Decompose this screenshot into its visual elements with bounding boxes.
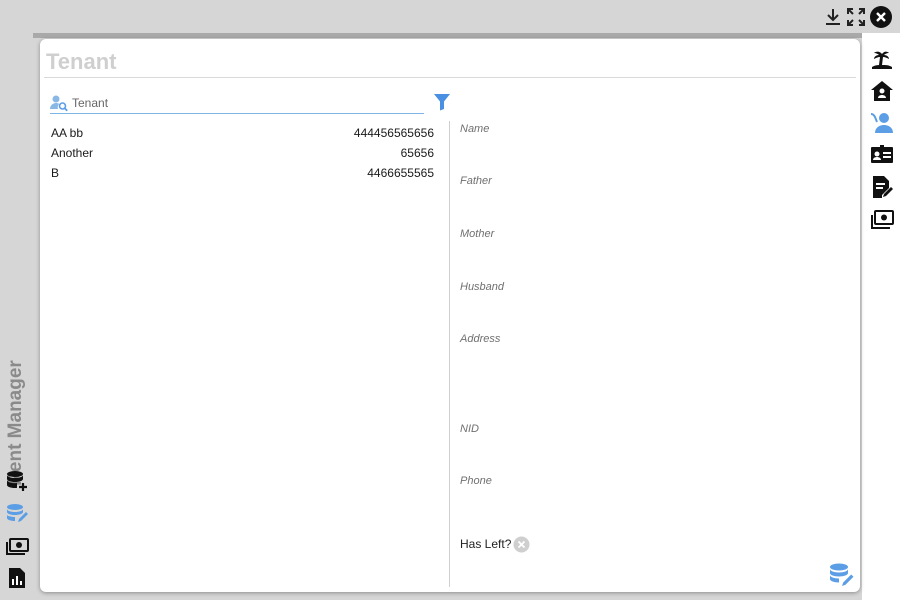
has-left-toggle[interactable] [513, 536, 530, 553]
tenant-name: Another [51, 146, 94, 160]
tenant-panel: Tenant AA bb 444456565656 Another 65656 … [40, 39, 860, 592]
payment-icon[interactable] [870, 207, 894, 231]
title-bar [0, 0, 900, 33]
right-sidebar [862, 33, 900, 600]
tenant-name: AA bb [51, 126, 84, 140]
has-left-label: Has Left? [460, 537, 512, 551]
phone-field[interactable] [460, 491, 844, 511]
id-card-icon[interactable] [870, 143, 894, 167]
close-icon[interactable] [870, 6, 892, 28]
tenant-row[interactable]: Another 65656 [51, 143, 434, 163]
address-field[interactable] [460, 349, 844, 413]
tenant-phone: 444456565656 [353, 126, 434, 140]
nid-label: NID [460, 423, 479, 435]
tenant-list: AA bb 444456565656 Another 65656 B 44666… [51, 123, 434, 183]
database-add-icon[interactable] [5, 469, 29, 493]
father-label: Father [460, 175, 492, 187]
database-edit-icon[interactable] [5, 502, 29, 526]
name-label: Name [460, 123, 490, 135]
address-label: Address [460, 333, 501, 345]
app-title: Rent Manager [5, 360, 26, 486]
search-input[interactable] [72, 94, 412, 111]
father-field[interactable] [460, 191, 844, 211]
download-icon[interactable] [822, 6, 844, 28]
left-sidebar: Rent Manager [0, 33, 33, 600]
tenant-row[interactable]: AA bb 444456565656 [51, 123, 434, 143]
save-record-button[interactable] [828, 562, 856, 588]
user-search-icon [50, 94, 68, 112]
list-form-divider [449, 121, 450, 587]
tenant-search [50, 93, 424, 114]
page-title: Tenant [46, 49, 117, 74]
tenant-phone: 65656 [400, 146, 434, 160]
tenant-icon[interactable] [870, 111, 894, 135]
tenant-row[interactable]: B 4466655565 [51, 163, 434, 183]
tenant-phone: 4466655565 [367, 166, 434, 180]
fullscreen-icon[interactable] [845, 6, 867, 28]
name-field[interactable] [460, 139, 844, 159]
filter-icon[interactable] [433, 93, 451, 111]
island-icon[interactable] [870, 46, 894, 70]
mother-field[interactable] [460, 244, 844, 264]
document-edit-icon[interactable] [870, 175, 894, 199]
tenant-name: B [51, 166, 60, 180]
phone-label: Phone [460, 475, 492, 487]
title-bar-shadow [33, 33, 900, 38]
report-icon[interactable] [5, 566, 29, 590]
title-divider [44, 77, 856, 78]
home-icon[interactable] [870, 79, 894, 103]
husband-field[interactable] [460, 297, 844, 317]
cash-icon[interactable] [5, 534, 29, 558]
nid-field[interactable] [460, 439, 844, 459]
husband-label: Husband [460, 281, 505, 293]
mother-label: Mother [460, 228, 495, 240]
